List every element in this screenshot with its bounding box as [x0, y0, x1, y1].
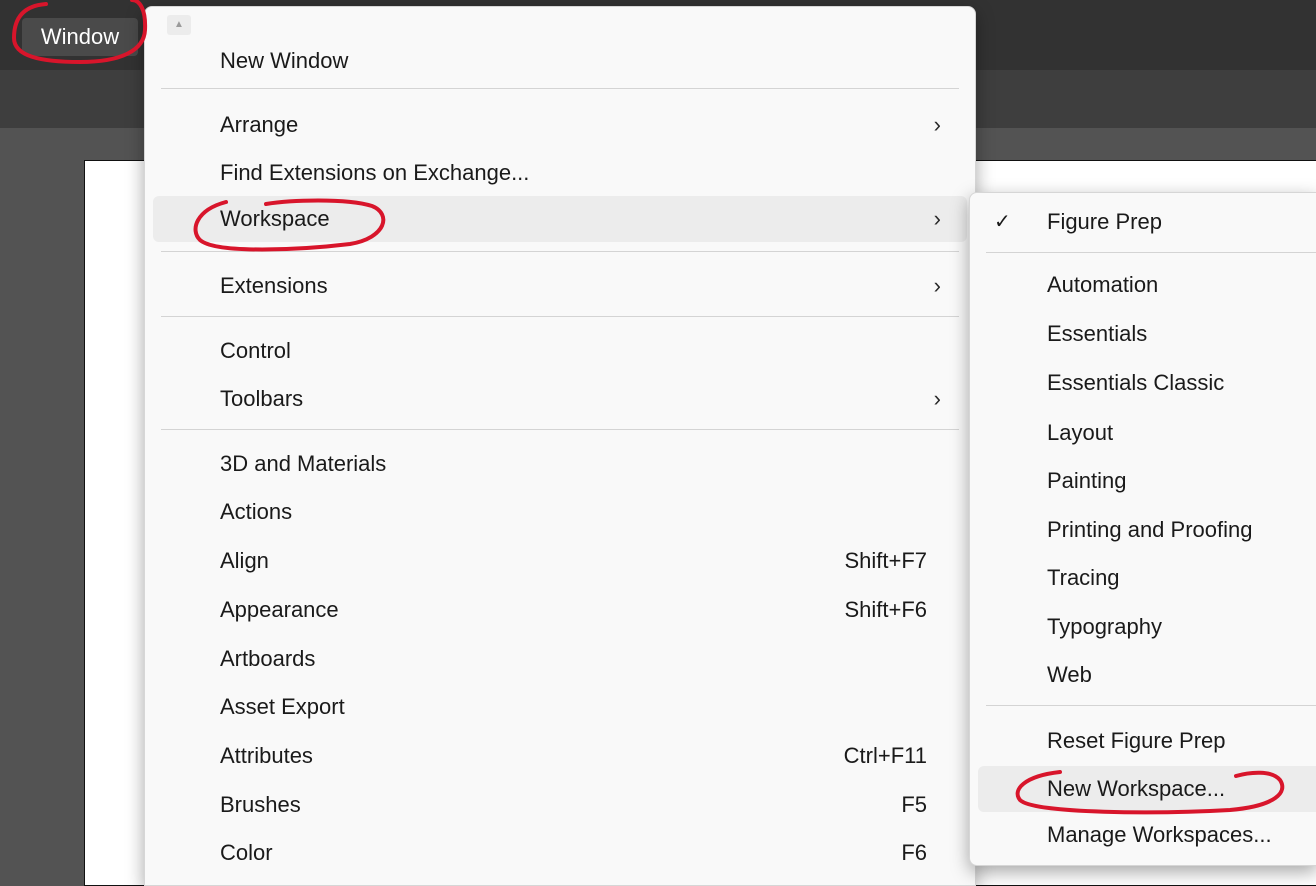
workspace-item-label: Essentials [1047, 321, 1148, 346]
menu-item-artboards[interactable]: Artboards [153, 636, 967, 682]
workspace-item-reset-figure-prep[interactable]: Reset Figure Prep [978, 718, 1316, 764]
menu-item-label: New Window [220, 48, 349, 73]
workspace-item-label: Layout [1047, 420, 1114, 445]
workspace-item-label: Web [1047, 662, 1092, 687]
workspace-item-label: Reset Figure Prep [1047, 728, 1226, 753]
window-menu-title[interactable]: Window [22, 18, 138, 56]
workspace-item-label: Printing and Proofing [1047, 517, 1253, 542]
workspace-item-tracing[interactable]: Tracing [978, 555, 1316, 601]
menu-item-workspace[interactable]: Workspace › [153, 196, 967, 242]
menu-item-label: Appearance [220, 597, 339, 622]
menu-item-appearance[interactable]: Appearance Shift+F6 [153, 587, 967, 633]
menu-separator [161, 429, 959, 430]
workspace-item-label: Automation [1047, 272, 1159, 297]
chevron-right-icon: › [933, 273, 941, 298]
workspace-item-label: Painting [1047, 468, 1127, 493]
workspace-item-manage-workspaces[interactable]: Manage Workspaces... [978, 812, 1316, 858]
workspace-item-label: Typography [1047, 614, 1162, 639]
menu-item-label: Brushes [220, 792, 301, 817]
menu-item-label: 3D and Materials [220, 451, 387, 476]
chevron-right-icon: › [933, 112, 941, 137]
workspace-item-label: Tracing [1047, 565, 1120, 590]
workspace-submenu: ✓ Figure Prep Automation Essentials Esse… [969, 192, 1316, 866]
menu-item-shortcut: Shift+F7 [844, 548, 927, 573]
workspace-item-label: Essentials Classic [1047, 370, 1225, 395]
workspace-item-label: Manage Workspaces... [1047, 822, 1272, 847]
menu-separator [986, 705, 1316, 706]
workspace-item-web[interactable]: Web [978, 652, 1316, 698]
menu-item-brushes[interactable]: Brushes F5 [153, 782, 967, 828]
window-menu: ▲ New Window Arrange › Find Extensions o… [144, 6, 976, 886]
checkmark-icon: ✓ [994, 211, 1011, 233]
menu-item-label: Toolbars [220, 386, 304, 411]
menu-item-label: Align [220, 548, 269, 573]
menu-item-label: Extensions [220, 273, 328, 298]
workspace-item-typography[interactable]: Typography [978, 604, 1316, 650]
menu-separator [986, 252, 1316, 253]
menu-separator [161, 88, 959, 89]
menu-item-attributes[interactable]: Attributes Ctrl+F11 [153, 733, 967, 779]
workspace-item-automation[interactable]: Automation [978, 262, 1316, 308]
menu-item-extensions[interactable]: Extensions › [153, 263, 967, 309]
caret-up-icon[interactable]: ▲ [167, 15, 191, 35]
menu-item-shortcut: Ctrl+F11 [843, 743, 927, 768]
menu-item-shortcut: F5 [901, 792, 927, 817]
menu-item-new-window[interactable]: New Window [153, 38, 967, 84]
menu-item-color[interactable]: Color F6 [153, 830, 967, 876]
menu-item-3d-and-materials[interactable]: 3D and Materials [153, 441, 967, 487]
menu-item-label: Arrange [220, 112, 299, 137]
workspace-item-painting[interactable]: Painting [978, 458, 1316, 504]
menu-separator [161, 251, 959, 252]
chevron-right-icon: › [933, 206, 941, 231]
menu-item-label: Color [220, 840, 273, 865]
workspace-item-essentials-classic[interactable]: Essentials Classic [978, 360, 1316, 406]
menu-item-find-extensions[interactable]: Find Extensions on Exchange... [153, 150, 967, 196]
workspace-item-label: New Workspace... [1047, 776, 1226, 801]
menu-item-label: Artboards [220, 646, 316, 671]
menu-item-label: Attributes [220, 743, 313, 768]
workspace-item-figure-prep[interactable]: ✓ Figure Prep [978, 199, 1316, 245]
workspace-item-new-workspace[interactable]: New Workspace... [978, 766, 1316, 812]
menu-item-label: Find Extensions on Exchange... [220, 160, 530, 185]
menu-item-label: Actions [220, 499, 293, 524]
workspace-item-layout[interactable]: Layout [978, 410, 1316, 456]
menu-separator [161, 316, 959, 317]
menu-item-asset-export[interactable]: Asset Export [153, 684, 967, 730]
menu-item-label: Asset Export [220, 694, 345, 719]
menu-item-control[interactable]: Control [153, 328, 967, 374]
workspace-item-printing-and-proofing[interactable]: Printing and Proofing [978, 507, 1316, 553]
workspace-item-label: Figure Prep [1047, 209, 1162, 234]
menu-item-shortcut: F6 [901, 840, 927, 865]
menu-item-label: Workspace [220, 206, 330, 231]
menu-item-align[interactable]: Align Shift+F7 [153, 538, 967, 584]
menu-item-arrange[interactable]: Arrange › [153, 102, 967, 148]
menu-item-label: Control [220, 338, 291, 363]
menu-item-actions[interactable]: Actions [153, 489, 967, 535]
workspace-item-essentials[interactable]: Essentials [978, 311, 1316, 357]
menu-item-shortcut: Shift+F6 [844, 597, 927, 622]
menu-item-toolbars[interactable]: Toolbars › [153, 376, 967, 422]
chevron-right-icon: › [933, 386, 941, 411]
